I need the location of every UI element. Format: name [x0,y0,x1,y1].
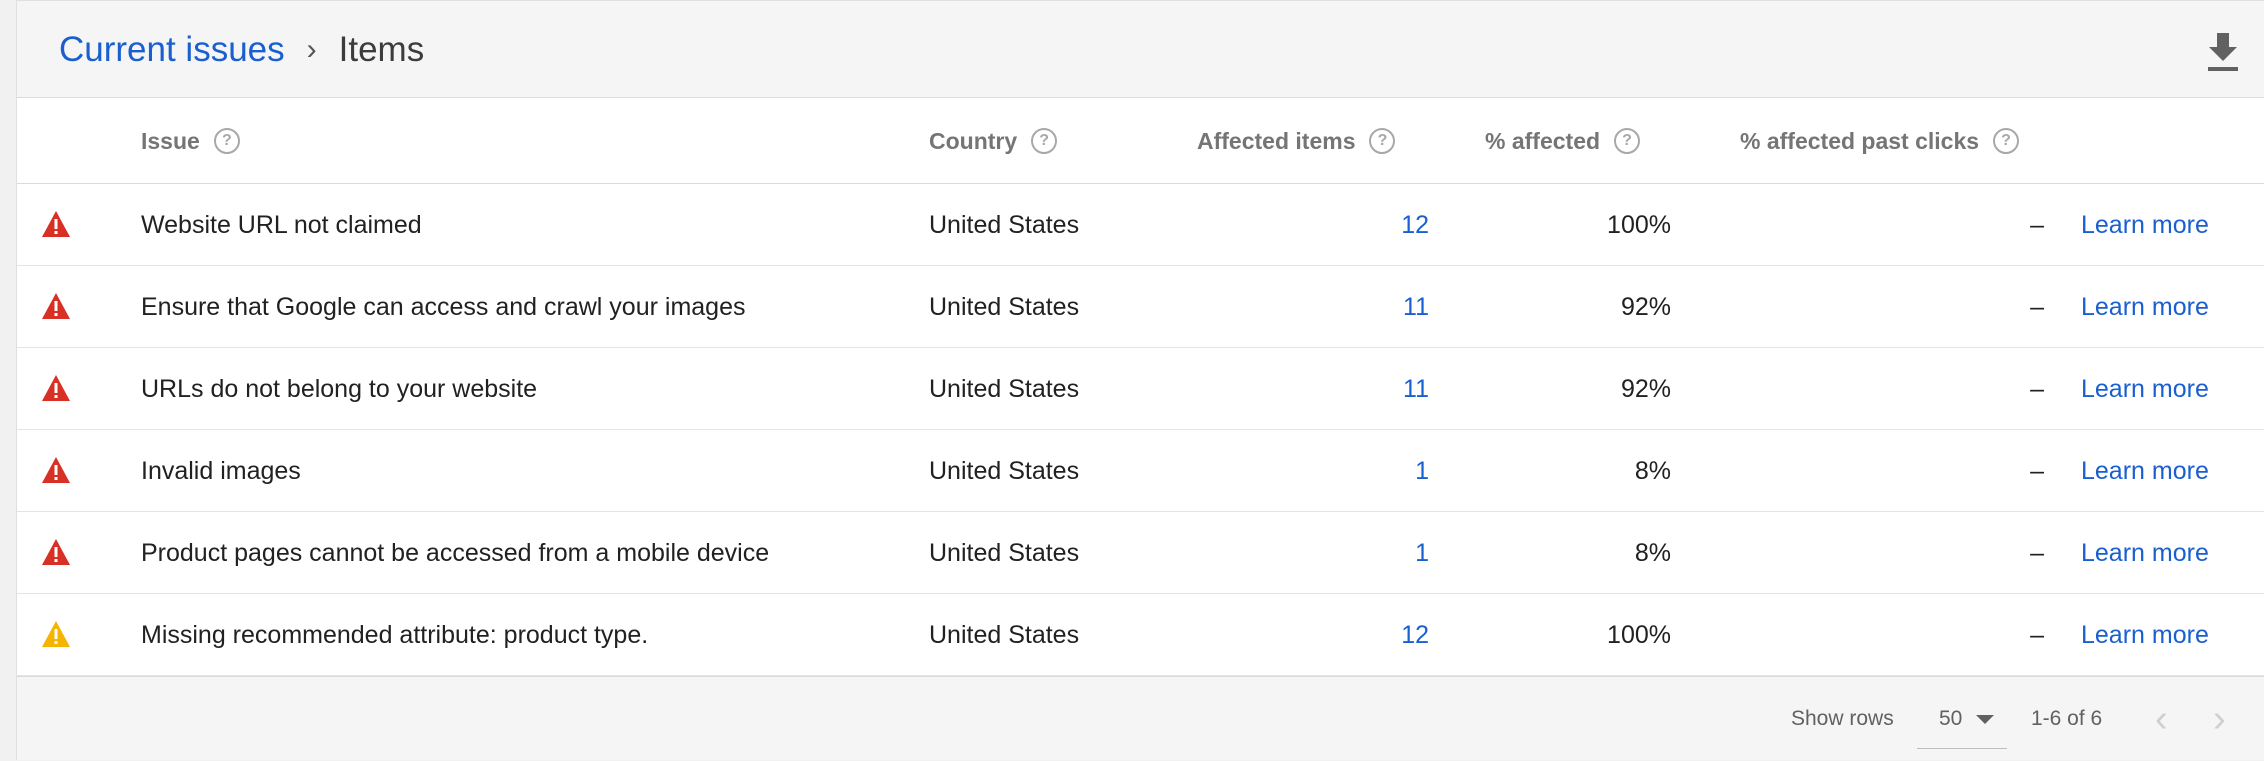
table-row[interactable]: Product pages cannot be accessed from a … [17,512,2264,594]
card-header: Current issues › Items [17,0,2264,98]
help-icon[interactable]: ? [1993,128,2020,154]
country: United States [929,374,1080,403]
download-icon[interactable] [2204,29,2242,73]
learn-more-link[interactable]: Learn more [2081,430,2209,512]
percent-affected: 92% [1620,374,1671,403]
table-row[interactable]: URLs do not belong to your website United… [17,348,2264,430]
percent-affected-past-clicks: – [2030,538,2044,567]
country: United States [929,456,1080,485]
column-header-pct-affected-past-clicks[interactable]: % affected past clicks ? [1740,98,2020,184]
column-label-pct-affected: % affected [1485,127,1601,154]
pagination-range: 1-6 of 6 [2031,707,2103,730]
table-footer: Show rows 50 1-6 of 6 ‹ › [17,676,2264,760]
table-header: Issue ? Country ? Affected items ? % aff… [17,98,2264,184]
learn-more-link[interactable]: Learn more [2081,594,2209,676]
error-icon [42,211,70,237]
help-icon[interactable]: ? [213,128,240,154]
table-row[interactable]: Missing recommended attribute: product t… [17,594,2264,676]
learn-more-link[interactable]: Learn more [2081,348,2209,430]
breadcrumb-current-page: Items [338,30,425,69]
breadcrumb-current-issues-link[interactable]: Current issues [59,30,285,70]
column-header-issue[interactable]: Issue ? [141,98,240,184]
column-header-pct-affected[interactable]: % affected ? [1485,98,1641,184]
table-row[interactable]: Invalid images United States 1 8% – Learn mor… [17,430,2264,512]
percent-affected-past-clicks: – [2030,210,2044,239]
country: United States [929,210,1080,239]
help-icon[interactable]: ? [1614,128,1641,154]
column-label-affected-items: Affected items [1197,127,1356,154]
table-row[interactable]: Ensure that Google can access and crawl … [17,266,2264,348]
column-label-country: Country [929,127,1018,154]
learn-more-link[interactable]: Learn more [2081,512,2209,594]
percent-affected-past-clicks: – [2030,374,2044,403]
percent-affected: 8% [1634,538,1671,567]
issues-card: Current issues › Items Issue ? Country ?… [16,0,2264,760]
select-underline [1917,748,2007,749]
error-icon [42,293,70,319]
help-icon[interactable]: ? [1369,128,1396,154]
table-row[interactable]: Website URL not claimed United States 12 10… [17,184,2264,266]
percent-affected-past-clicks: – [2030,620,2044,649]
affected-items-link[interactable]: 12 [1401,184,1429,266]
percent-affected-past-clicks: – [2030,456,2044,485]
error-icon [42,539,70,565]
issue-name: Invalid images [141,456,301,485]
country: United States [929,538,1080,567]
issue-name: Ensure that Google can access and crawl … [141,292,746,321]
affected-items-link[interactable]: 1 [1415,430,1429,512]
percent-affected: 92% [1620,292,1671,321]
error-icon [42,375,70,401]
previous-page-icon[interactable]: ‹ [2155,677,2168,761]
dropdown-arrow-icon [1976,714,1995,724]
rows-per-page-value: 50 [1939,707,1963,730]
column-label-pct-affected-past-clicks: % affected past clicks [1740,127,1980,154]
help-icon[interactable]: ? [1031,128,1058,154]
next-page-icon[interactable]: › [2213,677,2226,761]
affected-items-link[interactable]: 11 [1403,348,1429,430]
breadcrumb: Current issues › Items [59,1,424,99]
affected-items-link[interactable]: 1 [1415,512,1429,594]
error-icon [42,457,70,483]
affected-items-link[interactable]: 12 [1401,594,1429,676]
country: United States [929,292,1080,321]
learn-more-link[interactable]: Learn more [2081,266,2209,348]
percent-affected: 100% [1607,210,1671,239]
percent-affected: 8% [1634,456,1671,485]
affected-items-link[interactable]: 11 [1403,266,1429,348]
issue-name: Website URL not claimed [141,210,422,239]
column-label-issue: Issue [141,127,200,154]
percent-affected-past-clicks: – [2030,292,2044,321]
warning-icon [42,621,70,647]
column-header-affected-items[interactable]: Affected items ? [1197,98,1396,184]
percent-affected: 100% [1607,620,1671,649]
issue-name: Product pages cannot be accessed from a … [141,538,770,567]
show-rows-label: Show rows [1791,707,1894,730]
issue-name: Missing recommended attribute: product t… [141,620,649,649]
learn-more-link[interactable]: Learn more [2081,184,2209,266]
column-header-country[interactable]: Country ? [929,98,1058,184]
issue-name: URLs do not belong to your website [141,374,538,403]
country: United States [929,620,1080,649]
breadcrumb-separator: › [306,33,317,66]
